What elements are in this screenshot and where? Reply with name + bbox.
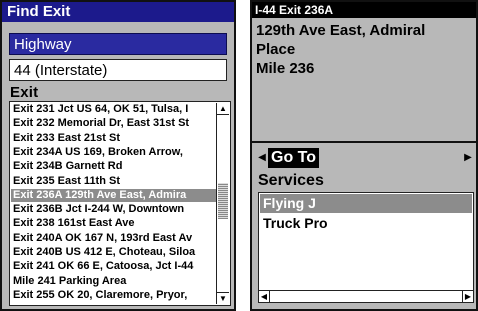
- exit-list-item[interactable]: Exit 235 East 11th St: [11, 175, 216, 188]
- exit-list-item[interactable]: Exit 231 Jct US 64, OK 51, Tulsa, I: [11, 103, 216, 116]
- services-heading: Services: [258, 172, 324, 189]
- services-list[interactable]: Flying J Truck Pro ◀ ▶: [258, 192, 474, 303]
- find-exit-screen: Find Exit Highway 44 (Interstate) Exit E…: [0, 0, 236, 311]
- exit-list-item[interactable]: Exit 241 OK 66 E, Catoosa, Jct I-44: [11, 260, 216, 273]
- exit-list-item[interactable]: Mile 241 Parking Area: [11, 275, 216, 288]
- route-field[interactable]: 44 (Interstate): [9, 59, 227, 81]
- service-list-item[interactable]: Truck Pro: [260, 214, 472, 233]
- scroll-up-arrow-icon[interactable]: ▲: [217, 103, 229, 115]
- scroll-down-arrow-icon[interactable]: ▼: [217, 292, 229, 304]
- exit-list-item[interactable]: Exit 232 Memorial Dr, East 31st St: [11, 117, 216, 130]
- exit-list-item[interactable]: Exit 233 East 21st St: [11, 132, 216, 145]
- scroll-right-arrow-icon[interactable]: ▶: [462, 291, 473, 302]
- service-list-item[interactable]: Flying J: [260, 194, 472, 213]
- exit-detail-screen: I-44 Exit 236A 129th Ave East, Admiral P…: [250, 0, 478, 311]
- services-horizontal-scrollbar[interactable]: ◀ ▶: [259, 290, 473, 302]
- find-exit-title: Find Exit: [2, 2, 234, 22]
- exit-heading: Exit: [10, 84, 39, 101]
- divider: [252, 141, 476, 143]
- highway-field[interactable]: Highway: [9, 33, 227, 55]
- right-arrow-icon[interactable]: ▶: [464, 150, 472, 166]
- exit-list-item[interactable]: Exit 240B US 412 E, Choteau, Siloa: [11, 246, 216, 259]
- exit-list-item[interactable]: Exit 240A OK 167 N, 193rd East Av: [11, 232, 216, 245]
- description-line: 129th Ave East, Admiral: [256, 22, 426, 39]
- exit-list-item[interactable]: Exit 234A US 169, Broken Arrow,: [11, 146, 216, 159]
- exit-list[interactable]: Exit 231 Jct US 64, OK 51, Tulsa, I Exit …: [9, 101, 231, 306]
- exit-detail-title: I-44 Exit 236A: [252, 2, 476, 18]
- exit-list-item[interactable]: Exit 236B Jct I-244 W, Downtown: [11, 203, 216, 216]
- exit-description: 129th Ave East, Admiral Place Mile 236: [256, 21, 474, 78]
- left-arrow-icon[interactable]: ◀: [258, 150, 266, 166]
- exit-list-item[interactable]: Exit 236A 129th Ave East, Admira: [11, 188, 216, 202]
- exit-list-item[interactable]: Exit 255 OK 20, Claremore, Pryor,: [11, 289, 216, 302]
- exit-list-scrollbar[interactable]: ▲ ▼: [216, 103, 229, 304]
- exit-list-item[interactable]: Exit 234B Garnett Rd: [11, 160, 216, 173]
- goto-selector[interactable]: ◀ Go To ▶: [258, 148, 472, 168]
- description-line: Place: [256, 41, 296, 58]
- scroll-thumb[interactable]: [218, 183, 228, 219]
- goto-button[interactable]: Go To: [268, 148, 320, 168]
- description-line: Mile 236: [256, 60, 315, 77]
- scroll-left-arrow-icon[interactable]: ◀: [259, 291, 270, 302]
- exit-list-item[interactable]: Exit 238 161st East Ave: [11, 217, 216, 230]
